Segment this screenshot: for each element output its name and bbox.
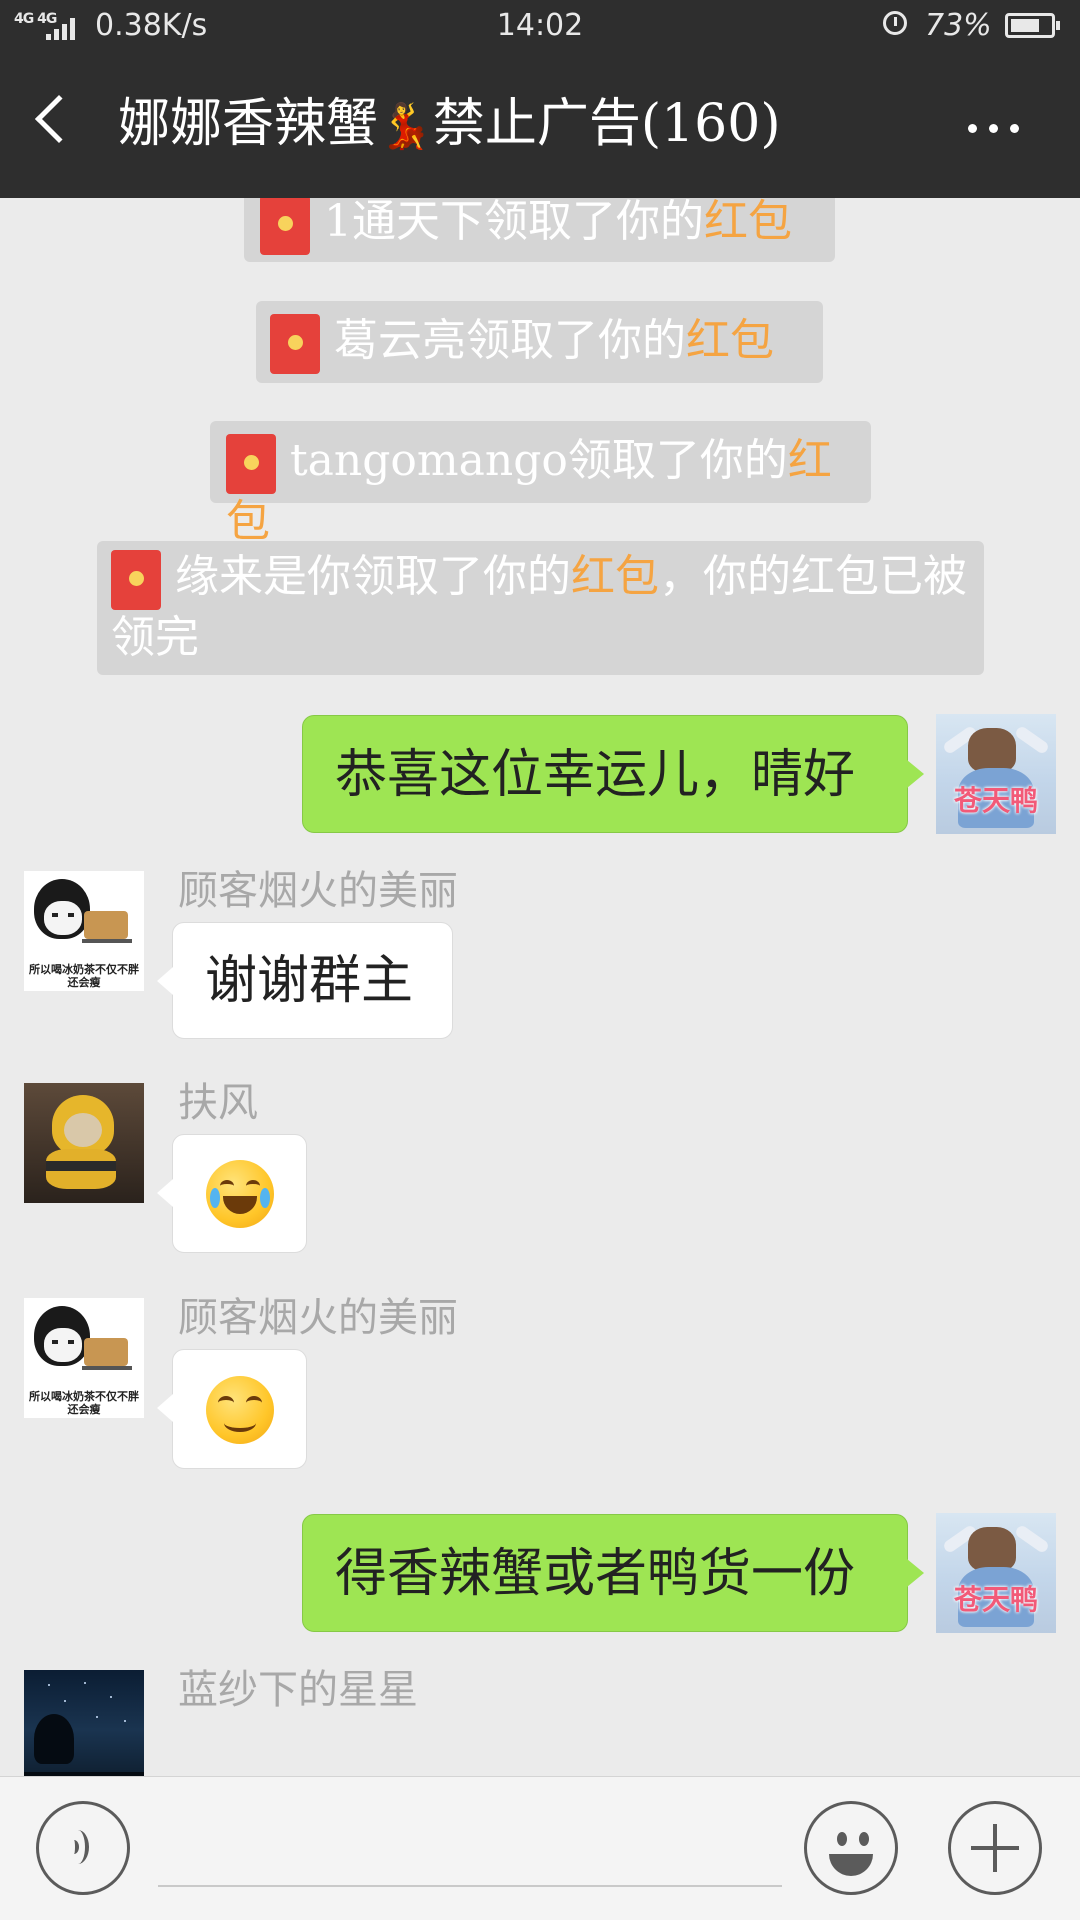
chat-title-name: 娜娜香辣蟹 [118,94,379,154]
plus-icon[interactable] [948,1801,1042,1895]
hongbao-link[interactable]: 红包 [686,315,774,366]
red-envelope-icon [226,433,276,494]
hongbao-notice: tangomango领取了你的红包 [210,421,871,547]
outgoing-message[interactable]: 恭喜这位幸运儿，晴好 [302,715,924,833]
red-envelope-icon [260,198,310,255]
message-list[interactable]: 1通天下领取了你的红包 葛云亮领取了你的红包 tangomango领取了你的红包… [0,198,1080,1776]
joy-emoji-icon [206,1160,274,1228]
hongbao-notice: 缘来是你领取了你的红包，你的红包已被领完 [97,541,984,675]
my-avatar[interactable]: 苍天鸭 [936,714,1056,834]
sender-avatar[interactable]: 所以喝冰奶茶不仅不胖还会瘦 [24,871,144,991]
alarm-icon [883,11,907,35]
chat-header: 娜娜香辣蟹💃禁止广告(160) [0,52,1080,198]
voice-icon[interactable] [36,1801,130,1895]
hongbao-link[interactable]: 红包 [704,198,792,247]
sender-name: 蓝纱下的星星 [178,1667,418,1713]
sender-avatar[interactable] [24,1670,144,1776]
smirk-emoji-icon [206,1376,274,1444]
back-icon[interactable] [34,94,84,144]
clock: 14:02 [496,8,584,43]
chat-title: 娜娜香辣蟹💃禁止广告(160) [118,92,781,159]
my-avatar[interactable]: 苍天鸭 [936,1513,1056,1633]
emoji-icon[interactable] [804,1801,898,1895]
status-bar: 4G 4G 0.38K/s 14:02 73% [0,0,1080,52]
hongbao-notice: 葛云亮领取了你的红包 [256,301,823,383]
battery-icon [1005,13,1060,38]
outgoing-message[interactable]: 得香辣蟹或者鸭货一份 [302,1514,924,1632]
dancer-emoji: 💃 [378,101,433,152]
incoming-message[interactable]: 谢谢群主 [157,922,453,1039]
chat-title-suffix: 禁止广告(160) [432,94,781,154]
sender-avatar[interactable] [24,1083,144,1203]
hongbao-notice: 1通天下领取了你的红包 [244,198,835,262]
input-bar [0,1776,1080,1920]
sender-name: 顾客烟火的美丽 [178,868,458,914]
sender-name: 扶风 [178,1080,258,1126]
incoming-emoji-message[interactable] [157,1134,307,1253]
incoming-emoji-message[interactable] [157,1349,307,1469]
sender-avatar[interactable]: 所以喝冰奶茶不仅不胖还会瘦 [24,1298,144,1418]
battery-percent: 73% [925,8,992,43]
hongbao-link[interactable]: 红包 [571,551,659,602]
battery-fill [1011,19,1039,32]
message-input[interactable] [158,1815,782,1887]
red-envelope-icon [270,313,320,374]
sender-name: 顾客烟火的美丽 [178,1295,458,1341]
red-envelope-icon [111,549,161,610]
